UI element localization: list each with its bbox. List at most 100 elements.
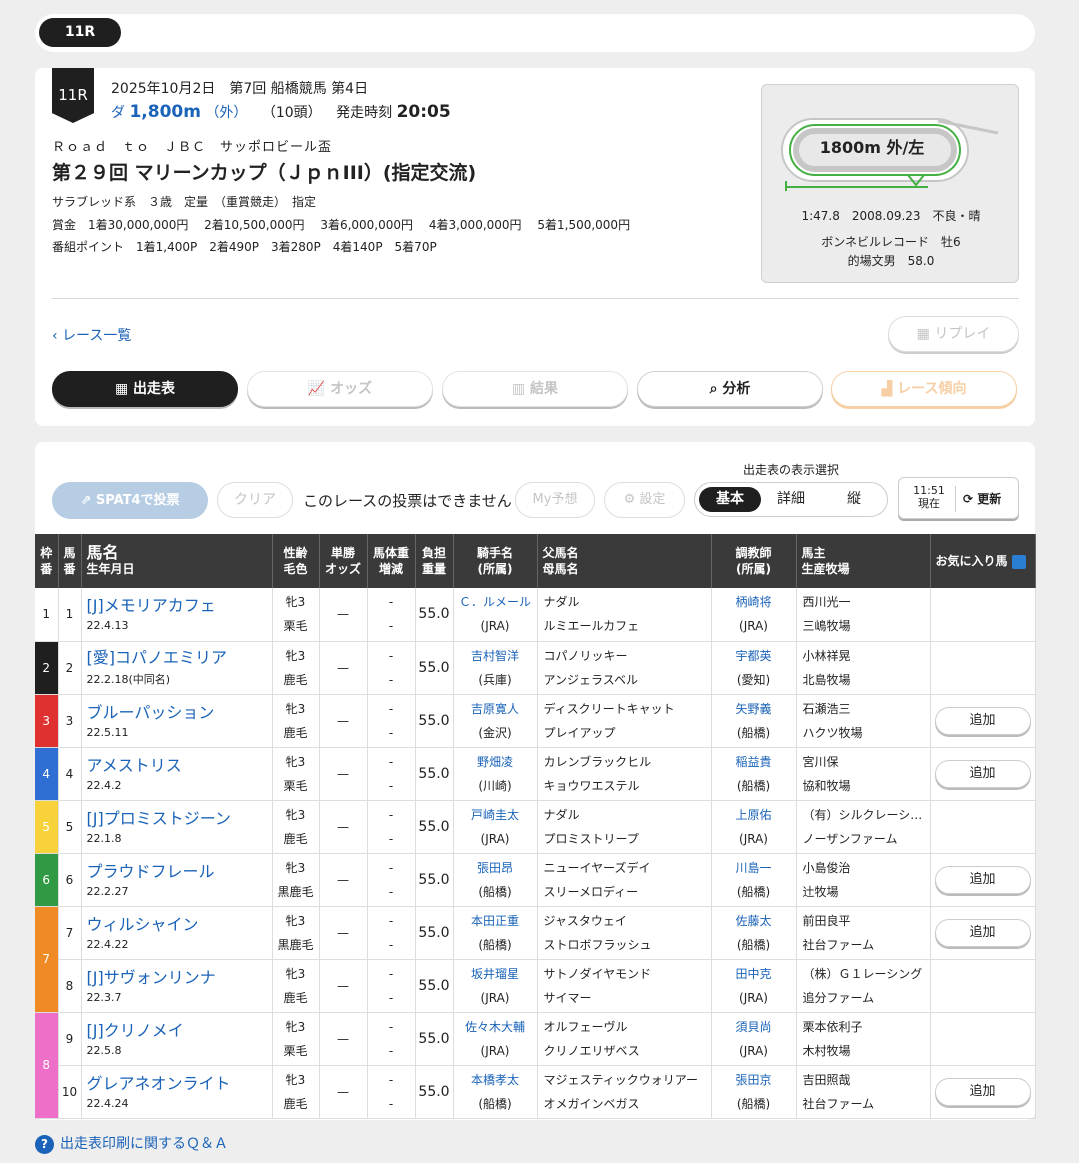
header-text: お気に入り馬 (935, 554, 1008, 568)
trainer-link[interactable]: 矢野義 (712, 697, 796, 721)
horse-name-link[interactable]: [愛]コパノエミリア (82, 648, 272, 668)
trainer-link[interactable]: 須貝尚 (712, 1015, 796, 1039)
sire-name: ディスクリートキャット (543, 701, 675, 716)
trainer-link[interactable]: 柄崎将 (712, 590, 796, 614)
horse-name-link[interactable]: アメストリス (82, 756, 272, 776)
body-weight: - (388, 754, 394, 769)
view-basic[interactable]: 基本 (699, 487, 761, 512)
jockey-link[interactable]: 本橋孝太 (454, 1068, 537, 1092)
faq-link[interactable]: ? 出走表印刷に関するＱ＆Ａ (35, 1133, 228, 1154)
settings-button[interactable]: ⚙ 設定 (604, 482, 685, 518)
pedigree-cell: ナダル プロミストリープ (537, 800, 712, 854)
add-favorite-button[interactable]: 追加 (934, 759, 1031, 788)
clear-button[interactable]: クリア (217, 482, 293, 518)
jockey-link[interactable]: 吉原寛人 (454, 697, 537, 721)
sire-name: カレンブラックヒル (543, 754, 652, 769)
tab-entries[interactable]: ▦ 出走表 (52, 371, 238, 407)
jockey-link[interactable]: 戸崎圭太 (454, 803, 537, 827)
faq-text: 出走表印刷に関するＱ＆Ａ (60, 1136, 228, 1152)
table-row: 6 6 プラウドフレール 22.2.27 牝3 黒鹿毛 — - -55.0 張田昂 (船橋) ニューイ… (35, 853, 1036, 907)
trainer-link[interactable]: 宇都英 (712, 644, 796, 668)
race-header-card: 11R 2025年10月2日 第7回 船橋競馬 第4日 ダ 1,800m （外）… (35, 68, 1035, 426)
race-pill[interactable]: 11R (39, 18, 121, 47)
jockey-link[interactable]: 坂井瑠星 (454, 962, 537, 986)
race-list-label: レース一覧 (62, 328, 132, 344)
header-text: 枠番 (40, 546, 53, 576)
tab-results[interactable]: ▥ 結果 (442, 371, 628, 407)
col-odds: 単勝 オッズ (319, 534, 368, 588)
jockey-link[interactable]: 本田正重 (454, 909, 537, 933)
trainer-link[interactable]: 田中克 (712, 962, 796, 986)
horse-name-link[interactable]: ウィルシャイン (82, 915, 272, 935)
course-info-panel: 1800m 外/左 1:47.8 2008.09.23 不良・晴 ボンネビルレコ… (761, 84, 1019, 283)
add-favorite-button[interactable]: 追加 (934, 918, 1031, 947)
view-vertical[interactable]: 縦 (823, 487, 885, 512)
sex-cell: 牝3 鹿毛 (272, 959, 320, 1013)
horse-name-link[interactable]: [J]メモリアカフェ (82, 596, 272, 616)
jockey-link[interactable]: 野畑凌 (454, 750, 537, 774)
time-now-label: 現在 (918, 497, 940, 510)
breeder-name: 辻牧場 (802, 884, 839, 899)
horse-name-link[interactable]: [J]サヴォンリンナ (82, 968, 272, 988)
horse-name-link[interactable]: [J]プロミストジーン (82, 809, 272, 829)
horse-name-link[interactable]: グレアネオンライト (82, 1074, 272, 1094)
coat-color: 鹿毛 (283, 1096, 308, 1111)
weight-cell: -- (367, 641, 416, 695)
replay-button[interactable]: ▦ リプレイ (888, 316, 1019, 352)
horse-name-link[interactable]: プラウドフレール (82, 862, 272, 882)
breeder-name: 協和牧場 (802, 778, 851, 793)
weight-change: - (388, 725, 394, 740)
add-favorite-button[interactable]: 追加 (934, 1077, 1031, 1106)
owner-name: （株）Ｇ１レーシング (802, 966, 923, 981)
table-row: 8 9 [J]クリノメイ 22.5.8 牝3 栗毛 — - -55.0 佐々木大輔 (JRA) オルフ… (35, 1012, 1036, 1119)
waku-number: 8 (42, 1058, 51, 1072)
jockey-link[interactable]: 吉村智洋 (454, 644, 537, 668)
col-sex: 性齢 毛色 (272, 534, 320, 588)
sire-name: サトノダイヤモンド (543, 966, 652, 981)
view-detail[interactable]: 詳細 (760, 487, 822, 512)
waku-cell: 1 (35, 588, 59, 642)
sire-name: ナダル (543, 595, 580, 610)
dam-name: サイマー (543, 990, 592, 1005)
owner-cell: （有）シルクレーシング ノーザンファーム (796, 800, 931, 854)
trainer-link[interactable]: 張田京 (712, 1068, 796, 1092)
horse-name-link[interactable]: [J]クリノメイ (82, 1021, 272, 1041)
my-prediction-button[interactable]: My予想 (515, 482, 595, 518)
tab-race-trend[interactable]: ▟ レース傾向 (831, 371, 1017, 407)
breeder-name: 社台ファーム (802, 937, 875, 952)
add-favorite-button[interactable]: 追加 (934, 865, 1031, 894)
uma-cell: 4 (58, 747, 82, 801)
trainer-affiliation: (JRA) (739, 831, 768, 846)
pedigree-cell: ディスクリートキャット プレイアップ (537, 694, 712, 748)
jockey-link[interactable]: Ｃ．ルメール (454, 590, 537, 614)
odds-value: — (337, 660, 349, 675)
load-cell: 55.0 (415, 1012, 454, 1066)
record-horse: ボンネビルレコード 牡6 (821, 235, 961, 249)
trainer-link[interactable]: 上原佑 (712, 803, 796, 827)
add-favorite-button[interactable]: 追加 (934, 706, 1031, 735)
owner-name: （有）シルクレーシング (802, 807, 930, 822)
trainer-cell: 田中克 (JRA) (711, 959, 797, 1013)
spat4-vote-button[interactable]: ⇗ SPAT4で投票 (52, 482, 208, 519)
tab-analysis[interactable]: ⌕ 分析 (637, 371, 823, 407)
update-button[interactable]: 11:51 現在 ⟳ 更新 (898, 477, 1019, 519)
record-line: 1:47.8 2008.09.23 不良・晴 (801, 209, 981, 223)
trainer-affiliation: (愛知) (736, 672, 771, 687)
col-pedigree: 父馬名 母馬名 (537, 534, 712, 588)
trainer-link[interactable]: 川島一 (712, 856, 796, 880)
race-list-link[interactable]: ‹ レース一覧 (52, 325, 131, 345)
owner-cell: 小林祥晃 北島牧場 (796, 641, 931, 695)
pedigree-cell: ナダル ルミエールカフェ (537, 588, 712, 642)
jockey-link[interactable]: 張田昂 (454, 856, 537, 880)
weight-change: - (388, 778, 394, 793)
waku-number: 6 (42, 872, 51, 887)
tab-label: 結果 (530, 381, 559, 397)
horse-name-link[interactable]: ブルーパッション (82, 703, 272, 723)
col-waku: 枠番 (35, 534, 59, 588)
owner-cell: 西川光一 三嶋牧場 (796, 588, 931, 642)
jockey-link[interactable]: 佐々木大輔 (454, 1015, 537, 1039)
trainer-link[interactable]: 稲益貴 (712, 750, 796, 774)
trainer-link[interactable]: 佐藤太 (712, 909, 796, 933)
tab-odds[interactable]: 📈 オッズ (247, 371, 433, 407)
sex-cell: 牝3 鹿毛 (272, 800, 320, 854)
